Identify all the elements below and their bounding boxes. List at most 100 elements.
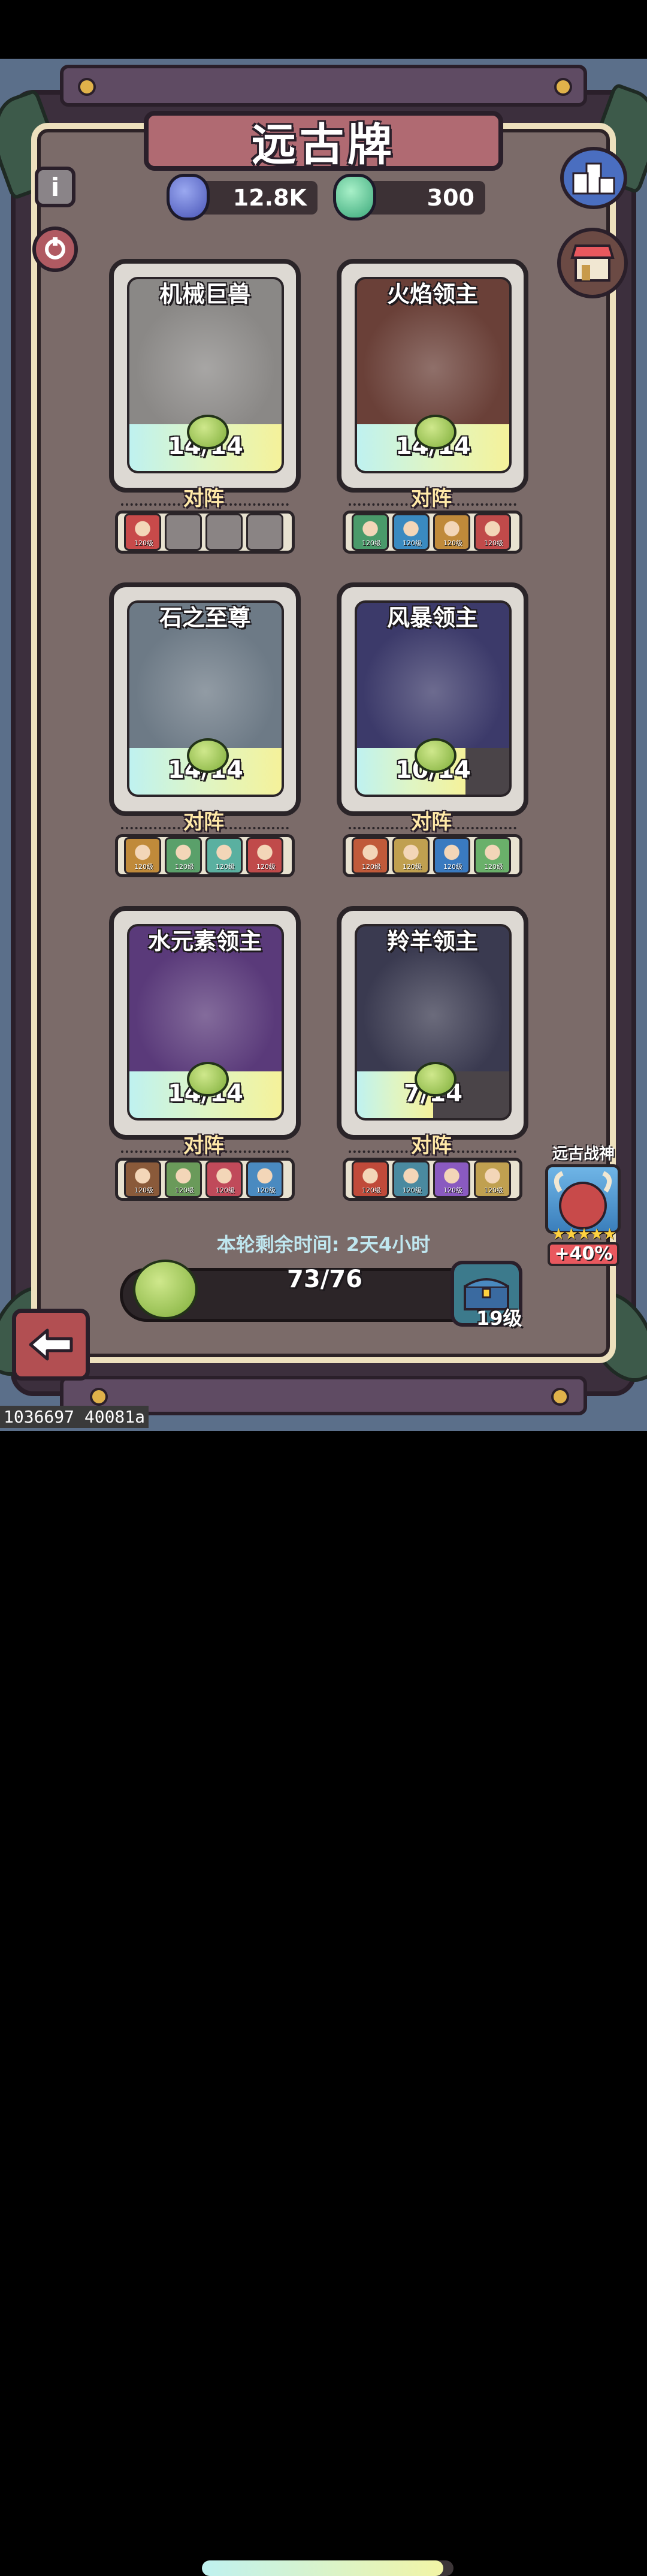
- war-god-bonus: +40%: [548, 1242, 619, 1266]
- boss-card[interactable]: 风暴领主10/14: [337, 582, 528, 816]
- opponent-level: 120级: [403, 539, 422, 547]
- reward-progress-track: [202, 2560, 453, 2576]
- opponent-avatar[interactable]: 120级: [433, 1161, 470, 1198]
- opponent-level: 120级: [443, 863, 462, 871]
- back-button[interactable]: [12, 1309, 90, 1381]
- opponent-avatar[interactable]: 120级: [352, 837, 389, 874]
- shop-button[interactable]: [557, 228, 628, 298]
- opponent-level: 120级: [216, 1186, 235, 1194]
- boss-name: 风暴领主: [386, 605, 478, 631]
- empty-slot[interactable]: [246, 514, 283, 551]
- opponent-level: 120级: [484, 863, 503, 871]
- boss-card[interactable]: 火焰领主14/14: [337, 259, 528, 493]
- rivet: [554, 78, 572, 96]
- opponent-level: 120级: [216, 863, 235, 871]
- war-god-title: 远古战神: [552, 1145, 615, 1163]
- build-id: 1036697 40081a: [0, 1406, 149, 1428]
- opponent-level: 120级: [175, 863, 194, 871]
- opponent-level: 120级: [484, 539, 503, 547]
- reward-level: 19级: [476, 1307, 522, 1330]
- opponent-avatar[interactable]: 120级: [474, 837, 511, 874]
- green-crystal-icon: [333, 174, 376, 221]
- opponent-avatar[interactable]: 120级: [392, 1161, 430, 1198]
- opponent-avatar[interactable]: 120级: [246, 1161, 283, 1198]
- opponent-level: 120级: [256, 1186, 276, 1194]
- opponent-avatar[interactable]: 120级: [205, 1161, 243, 1198]
- resource-counter-green: 300: [359, 181, 485, 215]
- resource-value: 12.8K: [232, 185, 307, 211]
- opponent-avatar[interactable]: 120级: [124, 1161, 161, 1198]
- opponent-level: 120级: [134, 539, 153, 547]
- opponent-avatar[interactable]: 120级: [124, 514, 161, 551]
- vs-label: 对阵: [183, 1134, 224, 1158]
- boss-name: 火焰领主: [386, 281, 478, 307]
- opponent-level: 120级: [403, 863, 422, 871]
- timer-label: 本轮剩余时间:: [216, 1233, 340, 1256]
- rivet: [90, 1388, 108, 1406]
- green-bean-icon: [415, 1062, 456, 1097]
- green-bean-icon: [187, 738, 229, 773]
- back-arrow-icon: [29, 1328, 73, 1361]
- vs-label: 对阵: [183, 810, 224, 834]
- opponent-lineup: 120级 120级 120级 120级: [115, 1158, 295, 1201]
- opponent-lineup: 120级 120级 120级 120级: [343, 511, 522, 554]
- opponent-avatar[interactable]: 120级: [352, 514, 389, 551]
- opponent-avatar[interactable]: 120级: [392, 514, 430, 551]
- vs-label: 对阵: [411, 810, 452, 834]
- opponent-avatar[interactable]: 120级: [392, 837, 430, 874]
- info-button[interactable]: i: [35, 167, 75, 207]
- boss-card[interactable]: 石之至尊14/14: [109, 582, 301, 816]
- reward-progress-fill: [202, 2560, 444, 2576]
- green-bean-icon: [187, 1062, 229, 1097]
- opponent-level: 120级: [362, 863, 381, 871]
- opponent-avatar[interactable]: 120级: [205, 837, 243, 874]
- rivet: [78, 78, 96, 96]
- top-rail: [60, 65, 587, 107]
- opponent-level: 120级: [484, 1186, 503, 1194]
- ranking-button[interactable]: [560, 147, 627, 209]
- opponent-avatar[interactable]: 120级: [165, 837, 202, 874]
- opponent-level: 120级: [134, 1186, 153, 1194]
- boss-card[interactable]: 机械巨兽14/14: [109, 259, 301, 493]
- green-bean-icon: [415, 415, 456, 449]
- war-god-stars: ★★★★★: [551, 1225, 617, 1243]
- opponent-avatar[interactable]: 120级: [124, 837, 161, 874]
- vs-label: 对阵: [411, 487, 452, 511]
- opponent-avatar[interactable]: 120级: [246, 837, 283, 874]
- boss-name: 羚羊领主: [386, 928, 478, 955]
- ancient-war-god-panel[interactable]: 远古战神 ★★★★★ +40%: [543, 1141, 624, 1267]
- title-plate: 远古牌: [144, 111, 503, 171]
- opponent-avatar[interactable]: 120级: [474, 1161, 511, 1198]
- green-bean-icon: [133, 1260, 198, 1319]
- boss-name: 机械巨兽: [159, 281, 250, 307]
- resource-counter-blue: 12.8K: [192, 181, 318, 215]
- opponent-level: 120级: [403, 1186, 422, 1194]
- empty-slot[interactable]: [165, 514, 202, 551]
- blue-crystal-icon: [167, 174, 210, 221]
- opponent-level: 120级: [256, 863, 276, 871]
- refresh-icon: [45, 237, 65, 259]
- shop-icon: [570, 244, 615, 282]
- war-god-portrait: [545, 1164, 621, 1234]
- boss-name: 水元素领主: [147, 928, 262, 955]
- opponent-level: 120级: [362, 1186, 381, 1194]
- opponent-lineup: 120级 120级 120级 120级: [343, 1158, 522, 1201]
- reward-progress-text: 73/76: [287, 1266, 362, 1293]
- opponent-avatar[interactable]: 120级: [474, 514, 511, 551]
- opponent-level: 120级: [134, 863, 153, 871]
- empty-slot[interactable]: [205, 514, 243, 551]
- history-button[interactable]: [32, 227, 78, 272]
- timer-value: 2天4小时: [346, 1233, 431, 1256]
- opponent-lineup: 120级: [115, 511, 295, 554]
- opponent-avatar[interactable]: 120级: [433, 514, 470, 551]
- podium-icon: [572, 162, 615, 195]
- opponent-avatar[interactable]: 120级: [433, 837, 470, 874]
- vs-label: 对阵: [411, 1134, 452, 1158]
- green-bean-icon: [187, 415, 229, 449]
- boss-card[interactable]: 水元素领主14/14: [109, 906, 301, 1140]
- opponent-level: 120级: [443, 1186, 462, 1194]
- opponent-avatar[interactable]: 120级: [165, 1161, 202, 1198]
- rivet: [551, 1388, 569, 1406]
- boss-card[interactable]: 羚羊领主7/14: [337, 906, 528, 1140]
- opponent-avatar[interactable]: 120级: [352, 1161, 389, 1198]
